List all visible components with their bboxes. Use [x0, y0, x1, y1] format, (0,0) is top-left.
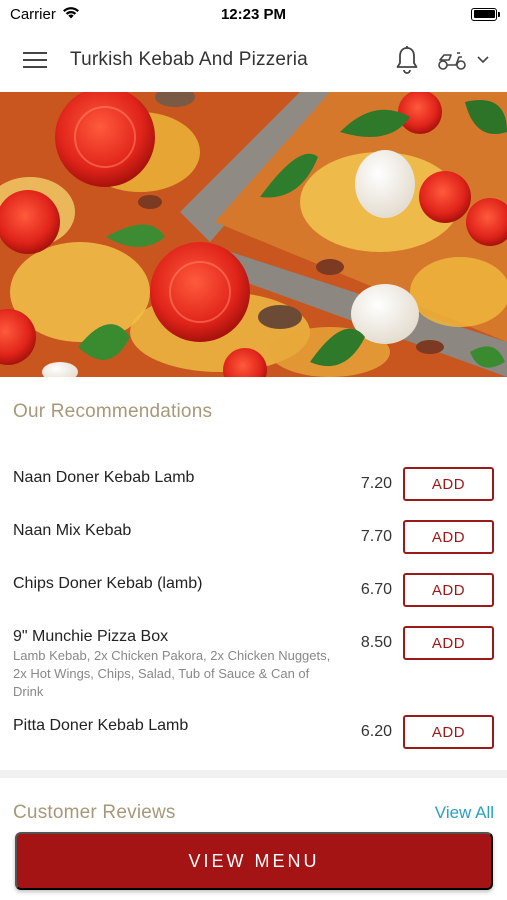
app-title: Turkish Kebab And Pizzeria — [70, 49, 308, 70]
view-all-reviews-link[interactable]: View All — [435, 803, 494, 823]
status-left: Carrier — [10, 6, 80, 23]
delivery-mode-selector[interactable] — [427, 28, 507, 92]
menu-item-name: Naan Mix Kebab — [13, 522, 132, 539]
menu-item-price: 6.70 — [360, 581, 392, 598]
add-to-cart-button[interactable]: ADD — [403, 626, 494, 660]
menu-item-price: 6.20 — [360, 723, 392, 740]
menu-item-name: Pitta Doner Kebab Lamb — [13, 717, 189, 734]
reviews-title: Customer Reviews — [13, 802, 176, 823]
hero-banner-image — [0, 92, 507, 377]
status-bar: Carrier 12:23 PM — [0, 0, 507, 28]
app-header: Turkish Kebab And Pizzeria — [0, 28, 507, 92]
menu-item-name: Naan Doner Kebab Lamb — [13, 469, 195, 486]
menu-item-name: Chips Doner Kebab (lamb) — [13, 575, 203, 592]
section-divider — [0, 770, 507, 778]
hamburger-menu-button[interactable] — [0, 28, 70, 92]
menu-item-description: Lamb Kebab, 2x Chicken Pakora, 2x Chicke… — [13, 648, 331, 699]
menu-item-price: 7.20 — [360, 475, 392, 492]
wifi-icon — [62, 6, 80, 23]
menu-item-price: 7.70 — [360, 528, 392, 545]
hamburger-menu-icon — [23, 52, 47, 68]
add-to-cart-button[interactable]: ADD — [403, 467, 494, 501]
scooter-icon — [438, 52, 466, 70]
view-menu-button[interactable]: VIEW MENU — [15, 832, 493, 890]
bell-icon — [396, 46, 418, 74]
add-to-cart-button[interactable]: ADD — [403, 520, 494, 554]
menu-item-name: 9" Munchie Pizza Box — [13, 628, 169, 645]
pizza-illustration — [0, 92, 507, 377]
battery-icon — [471, 7, 500, 21]
notifications-button[interactable] — [387, 28, 427, 92]
carrier-label: Carrier — [10, 5, 56, 23]
menu-item-price: 8.50 — [360, 634, 392, 651]
chevron-down-icon — [477, 56, 489, 64]
battery-fill — [473, 10, 495, 18]
add-to-cart-button[interactable]: ADD — [403, 573, 494, 607]
recommendations-title: Our Recommendations — [13, 401, 213, 422]
add-to-cart-button[interactable]: ADD — [403, 715, 494, 749]
